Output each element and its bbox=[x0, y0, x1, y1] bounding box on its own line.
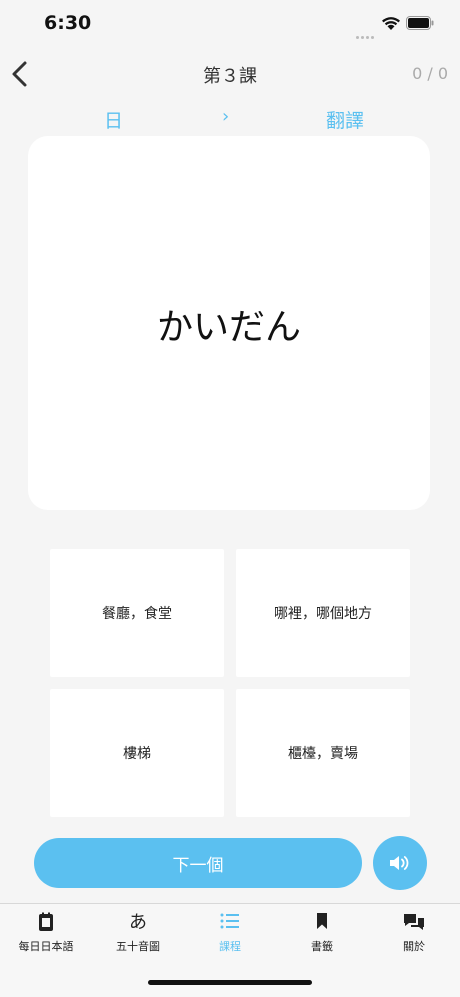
battery-icon bbox=[406, 16, 434, 30]
tab-label: 關於 bbox=[403, 940, 425, 953]
bookmark-icon bbox=[317, 913, 327, 929]
play-sound-button[interactable] bbox=[373, 836, 427, 890]
answer-option[interactable]: 哪裡，哪個地方 bbox=[236, 549, 410, 677]
source-language-button[interactable]: 日 bbox=[104, 106, 123, 133]
tab-label: 課程 bbox=[219, 940, 241, 953]
tab-label: 書籤 bbox=[311, 940, 333, 953]
flashcard-word: かいだん bbox=[156, 307, 301, 348]
status-bar: 6:30 bbox=[0, 0, 460, 50]
answer-option[interactable]: 櫃檯，賣場 bbox=[236, 689, 410, 817]
tab-label: 五十音圖 bbox=[116, 940, 160, 953]
direction-arrow-icon: › bbox=[222, 106, 230, 127]
cellular-signal-icon bbox=[356, 24, 376, 39]
tab-bookmarks[interactable]: 書籤 bbox=[276, 904, 368, 964]
speaker-icon bbox=[390, 856, 409, 870]
navigation-bar: 第３課 0 / 0 bbox=[0, 50, 460, 98]
chat-icon bbox=[404, 914, 424, 930]
status-time: 6:30 bbox=[44, 12, 92, 34]
wifi-icon bbox=[382, 17, 400, 30]
translation-mode-row: 日 › 翻譯 bbox=[0, 100, 460, 134]
tab-gojuon[interactable]: あ 五十音圖 bbox=[92, 904, 184, 964]
notebook-icon bbox=[39, 912, 53, 931]
tab-about[interactable]: 關於 bbox=[368, 904, 460, 964]
next-button[interactable]: 下一個 bbox=[34, 838, 362, 888]
flashcard: かいだん bbox=[28, 136, 430, 510]
tab-courses[interactable]: 課程 bbox=[184, 904, 276, 964]
hiragana-a-icon: あ bbox=[129, 912, 147, 933]
home-indicator bbox=[148, 980, 312, 985]
answer-option[interactable]: 樓梯 bbox=[50, 689, 224, 817]
progress-counter: 0 / 0 bbox=[412, 64, 448, 83]
answer-option[interactable]: 餐廳，食堂 bbox=[50, 549, 224, 677]
tab-label: 每日日本語 bbox=[18, 940, 74, 953]
tab-daily-japanese[interactable]: 每日日本語 bbox=[0, 904, 92, 964]
target-language-button[interactable]: 翻譯 bbox=[326, 106, 364, 133]
page-title: 第３課 bbox=[203, 66, 257, 87]
list-icon bbox=[220, 913, 239, 929]
